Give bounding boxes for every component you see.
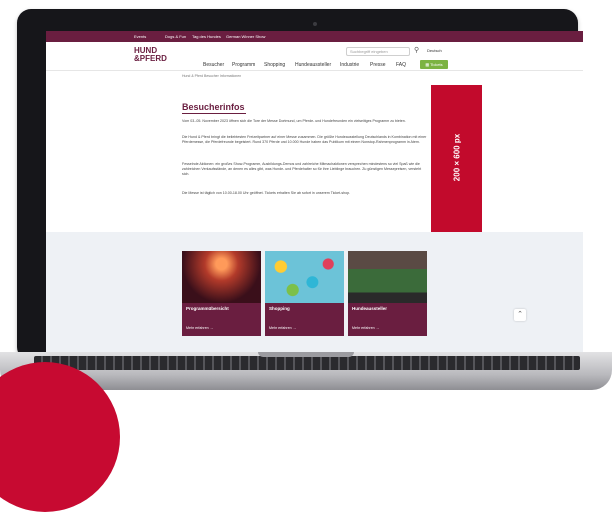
site-logo[interactable]: HUND &PFERD [134, 47, 167, 63]
card-more-link-label: Mehr erfahren [269, 326, 292, 330]
tickets-button-label: Tickets [430, 62, 443, 67]
laptop-keyboard [34, 356, 580, 370]
card-more-link-label: Mehr erfahren [186, 326, 209, 330]
content-paragraph: Fesselnde Aktionen: ein großes Show-Prog… [182, 162, 422, 176]
card-image-exhibition-hall [348, 251, 427, 303]
arrow-right-icon: → [292, 326, 297, 330]
nav-item-besucher[interactable]: Besucher [203, 62, 224, 68]
nav-item-presse[interactable]: Presse [370, 62, 386, 68]
card-title: Shopping [269, 306, 290, 311]
nav-item-faq[interactable]: FAQ [396, 62, 406, 68]
card-hundeaussteller[interactable]: Hundeaussteller Mehr erfahren → [348, 251, 427, 336]
card-title: Hundeaussteller [352, 306, 388, 311]
nav-item-programm[interactable]: Programm [232, 62, 255, 68]
arrow-right-icon: → [209, 326, 214, 330]
topbar-link-dogs-fun[interactable]: Dogs & Fun [165, 34, 186, 39]
card-image-pet-toys [265, 251, 344, 303]
search-icon[interactable]: ⚲ [414, 46, 419, 54]
card-more-link[interactable]: Mehr erfahren → [269, 326, 296, 330]
title-underline [182, 113, 246, 114]
content-paragraph: Vom 03.-05. November 2023 öffnen sich di… [182, 119, 406, 123]
ad-banner-placeholder[interactable]: 200 × 600 px [431, 85, 482, 232]
chevron-up-icon[interactable]: ⌃ [514, 309, 526, 321]
arrow-right-icon: → [375, 326, 380, 330]
ad-banner-label: 200 × 600 px [452, 133, 462, 182]
ticket-icon: ▩ [425, 62, 430, 67]
nav-item-shopping[interactable]: Shopping [264, 62, 285, 68]
laptop-notch [258, 352, 354, 357]
topbar-link-winner-show[interactable]: German Winner Show [226, 34, 265, 39]
nav-item-hundeaussteller[interactable]: Hundeaussteller [295, 62, 331, 68]
breadcrumb[interactable]: Hund & Pferd Besucher Informationen [182, 74, 241, 78]
nav-item-industrie[interactable]: Industrie [340, 62, 359, 68]
card-more-link[interactable]: Mehr erfahren → [352, 326, 379, 330]
content-paragraph: Die Messe ist täglich von 10.00-18.00 Uh… [182, 191, 351, 195]
card-more-link[interactable]: Mehr erfahren → [186, 326, 213, 330]
card-image-arena-show [182, 251, 261, 303]
topbar-link-tag-des-hundes[interactable]: Tag des Hundes [192, 34, 221, 39]
content-paragraph: Die Hund & Pferd bringt die beliebtesten… [182, 135, 427, 144]
topbar-link-events[interactable]: Events [134, 34, 146, 39]
search-input[interactable]: Suchbegriff eingeben [346, 47, 410, 56]
logo-line-2: &PFERD [134, 54, 167, 63]
page-title: Besucherinfos [182, 102, 245, 112]
card-programmuebersicht[interactable]: Programmübersicht Mehr erfahren → [182, 251, 261, 336]
tickets-button[interactable]: ▩ Tickets [420, 60, 448, 69]
browser-viewport: Events Dogs & Fun Tag des Hundes German … [46, 31, 583, 353]
camera-icon [313, 22, 317, 26]
card-more-link-label: Mehr erfahren [352, 326, 375, 330]
laptop-lid: Events Dogs & Fun Tag des Hundes German … [17, 9, 583, 361]
top-utility-bar: Events Dogs & Fun Tag des Hundes German … [46, 31, 583, 42]
site-header: HUND &PFERD Suchbegriff eingeben ⚲ Deuts… [46, 42, 583, 71]
language-selector[interactable]: Deutsch [427, 48, 442, 53]
card-title: Programmübersicht [186, 306, 229, 311]
card-shopping[interactable]: Shopping Mehr erfahren → [265, 251, 344, 336]
